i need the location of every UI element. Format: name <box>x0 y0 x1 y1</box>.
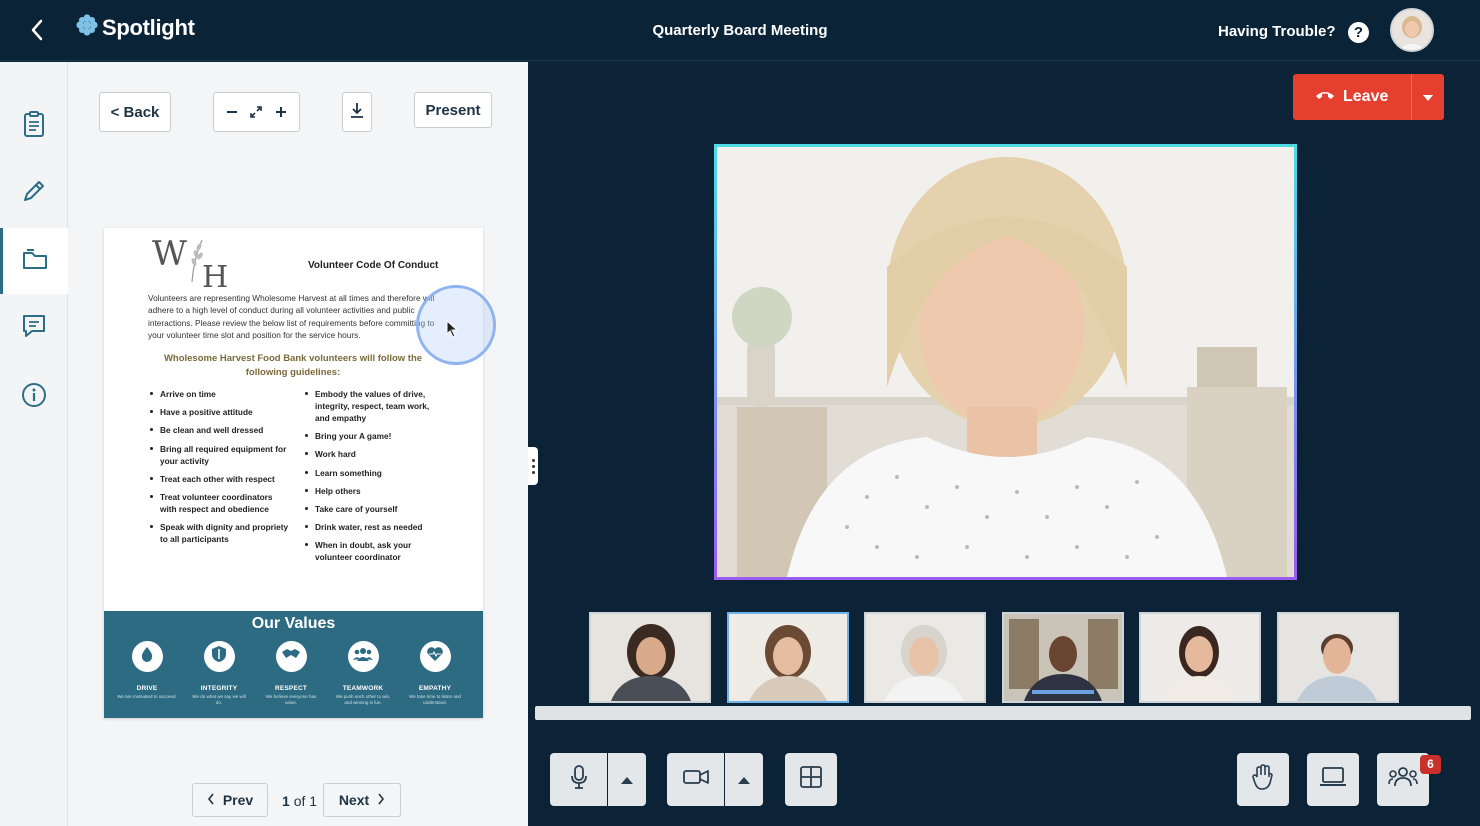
zoom-out-icon[interactable] <box>225 105 239 119</box>
next-page-button[interactable]: Next <box>323 783 401 817</box>
list-item: Drink water, rest as needed <box>305 521 445 533</box>
sparkle-logo-icon <box>76 14 98 41</box>
list-item: Have a positive attitude <box>150 406 290 418</box>
help-icon[interactable]: ? <box>1348 22 1369 43</box>
list-item: Treat volunteer coordinators with respec… <box>150 491 290 515</box>
leave-options-toggle[interactable] <box>1411 74 1444 120</box>
panel-splitter-handle[interactable] <box>528 447 538 485</box>
present-button[interactable]: Present <box>414 92 492 128</box>
participant-count-badge: 6 <box>1420 755 1441 774</box>
value-respect: RESPECT We believe everyone has value. <box>261 641 321 706</box>
participant-thumbnail[interactable] <box>1277 612 1399 703</box>
list-item: Speak with dignity and propriety to all … <box>150 522 289 545</box>
caret-up-icon <box>738 771 750 789</box>
microphone-control <box>550 753 646 806</box>
brand-logo: Spotlight <box>76 14 195 41</box>
fit-page-icon[interactable] <box>249 105 263 119</box>
raise-hand-icon <box>1252 764 1274 795</box>
values-title: Our Values <box>251 615 336 632</box>
share-screen-button[interactable] <box>1307 753 1359 806</box>
folder-icon <box>22 247 50 276</box>
list-item: When in doubt, ask your volunteer coordi… <box>305 539 445 563</box>
team-icon <box>353 647 373 666</box>
shield-icon <box>211 645 227 668</box>
document-intro: Volunteers are representing Wholesome Ha… <box>148 293 435 340</box>
list-item: Be clean and well dressed <box>150 424 290 436</box>
list-item: Arrive on time <box>150 388 290 400</box>
list-item: Work hard <box>305 448 445 460</box>
participant-thumbnail[interactable] <box>864 612 986 703</box>
leave-button[interactable]: Leave <box>1293 74 1444 120</box>
info-icon <box>21 382 47 413</box>
value-teamwork: TEAMWORK We push each other to win, and … <box>333 641 393 706</box>
rail-item-notes[interactable] <box>0 160 68 226</box>
caret-up-icon <box>621 771 633 789</box>
microphone-button[interactable] <box>550 753 607 806</box>
guidelines-left: Arrive on time Have a positive attitude … <box>150 388 290 551</box>
top-bar: Spotlight Quarterly Board Meeting Having… <box>0 0 1480 61</box>
rail-item-documents[interactable] <box>0 228 68 294</box>
rail-item-chat[interactable] <box>0 295 68 361</box>
list-item: Take care of yourself <box>305 503 445 515</box>
laptop-icon <box>1319 767 1347 792</box>
list-item: Bring your A game! <box>305 430 445 442</box>
rail-item-agenda[interactable] <box>0 93 68 159</box>
zoom-in-icon[interactable] <box>274 105 288 119</box>
grid-layout-icon <box>800 766 822 793</box>
microphone-icon <box>570 765 588 794</box>
participants-icon <box>1388 767 1418 792</box>
chevron-right-icon <box>377 792 385 808</box>
raise-hand-button[interactable] <box>1237 753 1289 806</box>
value-empathy: EMPATHY We take time to listen and under… <box>405 641 465 706</box>
download-button[interactable] <box>342 92 372 132</box>
layout-grid-button[interactable] <box>785 753 837 806</box>
chat-icon <box>21 313 47 344</box>
back-chevron-icon[interactable] <box>24 16 50 44</box>
back-button[interactable]: < Back <box>99 92 171 132</box>
handshake-icon <box>281 647 301 666</box>
prev-page-button[interactable]: Prev <box>192 783 268 817</box>
video-camera-icon <box>682 769 709 790</box>
document-subheading: Wholesome Harvest Food Bank volunteers w… <box>163 353 423 378</box>
list-item: Help others <box>305 485 445 497</box>
camera-control <box>667 753 763 806</box>
document-logo: W H <box>152 234 229 295</box>
pencil-icon <box>21 178 47 209</box>
rail-item-info[interactable] <box>0 364 68 430</box>
cursor-arrow-icon <box>446 319 459 343</box>
side-rail <box>0 62 68 826</box>
drop-icon <box>140 646 154 667</box>
list-item: Treat each other with respect <box>150 473 290 485</box>
hang-up-icon <box>1315 88 1335 106</box>
participant-thumbnail[interactable] <box>1139 612 1261 703</box>
zoom-controls <box>213 92 300 132</box>
help-link[interactable]: Having Trouble? <box>1218 23 1336 40</box>
value-drive: DRIVE We are motivated to succeed. <box>117 641 177 700</box>
caret-down-icon <box>1423 88 1433 106</box>
value-integrity: INTEGRITY We do what we say we will do. <box>189 641 249 706</box>
user-avatar[interactable] <box>1390 8 1434 52</box>
participant-thumbnail[interactable] <box>1002 612 1124 703</box>
guidelines-right: Embody the values of drive, integrity, r… <box>305 388 445 570</box>
download-icon <box>350 102 364 122</box>
microphone-options-toggle[interactable] <box>608 753 646 806</box>
participant-thumbnail[interactable] <box>589 612 711 703</box>
page-indicator: 1 of 1 <box>282 793 318 809</box>
participant-thumbnail[interactable] <box>727 612 849 703</box>
active-speaker-video[interactable] <box>714 144 1297 580</box>
list-item: Embody the values of drive, integrity, r… <box>305 388 445 424</box>
document-panel: < Back Present W H Volunteer Code Of Con… <box>68 62 528 826</box>
document-heading: Volunteer Code Of Conduct <box>308 260 439 271</box>
brand-name: Spotlight <box>102 14 195 40</box>
thumbnail-scrollbar[interactable] <box>535 706 1471 720</box>
chevron-left-icon <box>207 792 215 808</box>
clipboard-icon <box>22 110 46 143</box>
list-item: Bring all required equipment for your ac… <box>150 443 290 467</box>
meeting-title: Quarterly Board Meeting <box>652 22 828 39</box>
camera-button[interactable] <box>667 753 724 806</box>
heart-icon <box>426 646 444 667</box>
values-section: Our Values DRIVE We are motivated to suc… <box>104 611 483 718</box>
list-item: Learn something <box>305 467 445 479</box>
camera-options-toggle[interactable] <box>725 753 763 806</box>
